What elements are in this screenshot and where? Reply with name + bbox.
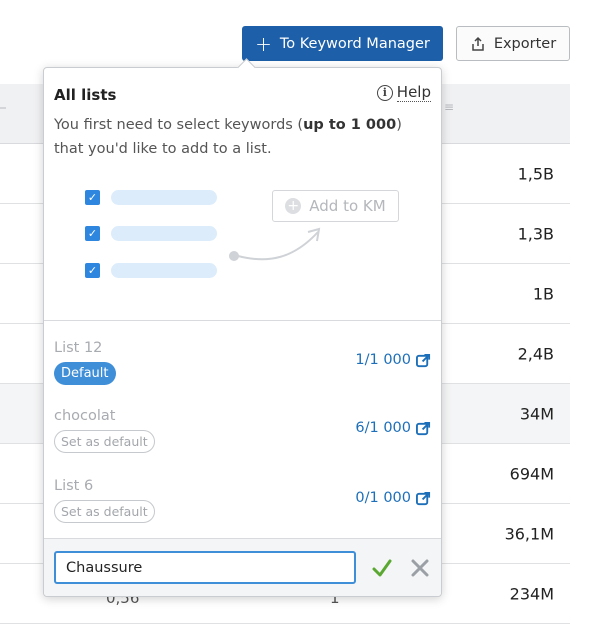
sort-icon[interactable]: ≡ — [444, 100, 454, 114]
add-to-km-illustration-button: + Add to KM — [272, 190, 399, 222]
default-badge: Default — [54, 362, 116, 385]
checkmark-icon[interactable] — [370, 556, 394, 580]
list-name: List 12 — [54, 340, 103, 356]
export-button[interactable]: Exporter — [456, 26, 570, 61]
volume-value: 694M — [509, 464, 554, 483]
volume-value: 1B — [532, 284, 554, 303]
keyword-placeholder-bar — [111, 226, 217, 241]
volume-value: 2,4B — [517, 344, 554, 363]
volume-value: 36,1M — [504, 524, 554, 543]
external-link-icon — [416, 491, 431, 505]
plus-circle-icon: + — [285, 198, 302, 214]
export-label: Exporter — [493, 35, 557, 52]
checkbox-icon: ✓ — [85, 190, 100, 205]
list-name: List 6 — [54, 478, 94, 494]
list-count-link[interactable]: 1/1 000 — [355, 352, 431, 368]
list-item[interactable]: chocolat Set as default 6/1 000 — [44, 408, 441, 476]
keyword-placeholder-bar — [111, 190, 217, 205]
list-count: 1/1 000 — [355, 352, 411, 368]
set-as-default-button[interactable]: Set as default — [54, 500, 155, 523]
curved-arrow-icon — [229, 227, 321, 261]
external-link-icon — [416, 421, 431, 435]
description-limit: up to 1 000 — [303, 117, 397, 133]
external-link-icon — [416, 353, 431, 367]
list-item[interactable]: List 12 Default 1/1 000 — [44, 340, 441, 408]
to-keyword-manager-button[interactable]: + To Keyword Manager — [242, 26, 443, 61]
volume-value: 1,5B — [517, 164, 554, 183]
help-link[interactable]: i Help — [376, 83, 431, 102]
volume-value: 1,3B — [517, 224, 554, 243]
plus-icon: + — [255, 31, 272, 56]
section-divider — [44, 320, 441, 321]
export-icon — [472, 36, 484, 51]
set-as-default-button[interactable]: Set as default — [54, 430, 155, 453]
list-count: 0/1 000 — [355, 490, 411, 506]
new-list-name-input[interactable] — [54, 551, 356, 584]
list-name: chocolat — [54, 408, 116, 424]
help-label: Help — [396, 83, 431, 102]
checkbox-icon: ✓ — [85, 226, 100, 241]
sort-icon[interactable]: ⎯ — [0, 100, 6, 115]
to-keyword-manager-label: To Keyword Manager — [279, 35, 430, 52]
list-count-link[interactable]: 0/1 000 — [355, 490, 431, 506]
info-icon: i — [376, 84, 393, 101]
close-icon[interactable] — [408, 556, 432, 580]
all-lists-popover: All lists i Help You first need to selec… — [43, 67, 442, 597]
illustration: ✓ ✓ ✓ + Add to KM — [44, 178, 443, 318]
list-item[interactable]: List 6 Set as default 0/1 000 — [44, 478, 441, 546]
keyword-placeholder-bar — [111, 263, 217, 278]
description-text: You first need to select keywords ( — [54, 117, 304, 133]
checkbox-icon: ✓ — [85, 263, 100, 278]
volume-value: 234M — [509, 584, 554, 603]
add-to-km-label: Add to KM — [309, 197, 386, 215]
new-list-footer — [44, 538, 441, 596]
popover-description: You first need to select keywords (up to… — [54, 113, 429, 161]
list-count-link[interactable]: 6/1 000 — [355, 420, 431, 436]
volume-value: 34M — [519, 404, 554, 423]
list-count: 6/1 000 — [355, 420, 411, 436]
popover-title: All lists — [54, 86, 117, 104]
